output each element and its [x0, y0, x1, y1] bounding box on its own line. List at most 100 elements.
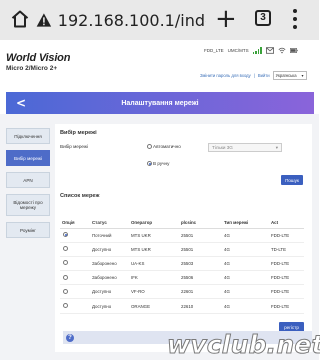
- operator-name: UMC/MTS: [227, 48, 249, 53]
- row-act: FDD-LTE: [269, 256, 304, 272]
- row-plmn: 25506: [179, 270, 222, 286]
- sidebar: Підключення Вибір мережі APN Відомості п…: [6, 128, 50, 244]
- sidebar-item-network-select[interactable]: Вибір мережі: [6, 150, 50, 166]
- new-tab-icon[interactable]: +: [215, 5, 237, 33]
- radio-auto[interactable]: Автоматично: [147, 144, 181, 149]
- browser-toolbar: 192.168.100.1/index.ht + 3: [0, 0, 319, 40]
- row-type: 4G: [222, 284, 269, 300]
- address-bar[interactable]: 192.168.100.1/index.ht: [36, 5, 206, 35]
- brand: World Vision Micro 2/Micro 2+: [6, 52, 70, 72]
- chevron-down-icon: ▾: [301, 73, 304, 78]
- content-area: Підключення Вибір мережі APN Відомості п…: [0, 114, 319, 360]
- radio-manual-dot[interactable]: [147, 161, 152, 166]
- page-title: Налаштування мережі: [121, 99, 199, 107]
- row-radio[interactable]: [63, 288, 68, 294]
- radio-manual[interactable]: В ручну: [147, 161, 169, 166]
- row-status: Доступно: [90, 298, 129, 314]
- change-password-link[interactable]: Змінити пароль для входу: [200, 73, 251, 78]
- warning-icon[interactable]: [36, 11, 52, 29]
- url-text: 192.168.100.1/index.ht: [57, 10, 206, 30]
- brand-logo: World Vision: [6, 52, 71, 64]
- row-operator: UA-KS: [129, 256, 179, 272]
- row-operator: IFK: [129, 270, 179, 286]
- row-operator: MTS UKR: [129, 242, 179, 257]
- row-status: Доступно: [90, 242, 129, 257]
- logout-link[interactable]: Вийти: [258, 73, 270, 78]
- row-plmn: 22610: [179, 298, 222, 314]
- row-type: 4G: [222, 228, 269, 243]
- router-header: World Vision Micro 2/Micro 2+ FDD_LTE UM…: [0, 40, 319, 88]
- watermark: wvclub.net: [167, 330, 320, 360]
- table-row[interactable]: Доступно ORANGE 22610 4G FDD-LTE: [60, 298, 304, 314]
- column-plmn: plcsinc: [179, 217, 222, 229]
- table-row[interactable]: Доступно MTS UKR 25501 4G TD-LTE: [60, 242, 304, 257]
- row-status: Доступно: [90, 284, 129, 300]
- language-select[interactable]: Українська ▾: [272, 71, 307, 80]
- row-status: Поточний: [90, 228, 129, 243]
- table-header: Опція Статус Оператор plcsinc Тип мережі…: [60, 217, 304, 229]
- network-mode-select[interactable]: Тільки 3G ▾: [208, 143, 282, 152]
- overflow-menu-icon[interactable]: [293, 9, 297, 29]
- help-icon[interactable]: ?: [66, 334, 74, 342]
- table-row[interactable]: Поточний MTS UKR 25501 4G FDD-LTE: [60, 228, 304, 243]
- row-act: TD-LTE: [269, 242, 304, 257]
- row-type: 4G: [222, 270, 269, 286]
- row-act: FDD-LTE: [269, 284, 304, 300]
- tabs-icon[interactable]: 3: [255, 10, 271, 26]
- row-plmn: 25501: [179, 228, 222, 243]
- home-icon[interactable]: [10, 9, 30, 29]
- device-model: Micro 2/Micro 2+: [6, 65, 58, 72]
- row-plmn: 25503: [179, 256, 222, 272]
- signal-icon: [252, 47, 262, 54]
- header-links: Змінити пароль для входу | Вийти Українс…: [200, 71, 307, 80]
- row-operator: ORANGE: [129, 298, 179, 314]
- network-mode-value: Тільки 3G: [212, 145, 233, 150]
- row-status: Заборонено: [90, 256, 129, 272]
- network-select-title: Вибір мережі: [60, 130, 97, 136]
- column-operator: Оператор: [129, 217, 179, 229]
- wifi-icon: [278, 47, 286, 54]
- back-icon[interactable]: <: [16, 96, 26, 110]
- network-type: FDD_LTE: [204, 48, 224, 53]
- battery-icon: [289, 48, 298, 53]
- row-radio[interactable]: [63, 260, 68, 266]
- network-select-label: Вибір мережі: [60, 144, 88, 149]
- row-radio[interactable]: [63, 232, 68, 238]
- radio-manual-label: В ручну: [153, 161, 170, 166]
- language-value: Українська: [275, 73, 297, 78]
- row-act: FDD-LTE: [269, 298, 304, 314]
- row-act: FDD-LTE: [269, 270, 304, 286]
- column-option: Опція: [60, 217, 90, 229]
- row-status: Заборонено: [90, 270, 129, 286]
- row-operator: VF-RO: [129, 284, 179, 300]
- radio-auto-label: Автоматично: [153, 144, 181, 149]
- network-table: Опція Статус Оператор plcsinc Тип мережі…: [60, 217, 304, 314]
- row-radio[interactable]: [63, 303, 68, 309]
- search-button[interactable]: Пошук: [281, 175, 303, 185]
- network-list-title: Список мереж: [60, 193, 100, 199]
- radio-auto-dot[interactable]: [147, 144, 152, 149]
- table-row[interactable]: Заборонено UA-KS 25503 4G FDD-LTE: [60, 256, 304, 272]
- row-plmn: 25501: [179, 242, 222, 257]
- status-bar: FDD_LTE UMC/MTS: [204, 47, 298, 54]
- table-row[interactable]: Доступно VF-RO 22601 4G FDD-LTE: [60, 284, 304, 300]
- row-type: 4G: [222, 298, 269, 314]
- row-radio[interactable]: [63, 246, 68, 252]
- row-type: 4G: [222, 256, 269, 272]
- chevron-down-icon: ▾: [275, 144, 278, 150]
- column-status: Статус: [90, 217, 129, 229]
- sidebar-item-apn[interactable]: APN: [6, 172, 50, 188]
- row-plmn: 22601: [179, 284, 222, 300]
- main-panel: Вибір мережі Вибір мережі Автоматично В …: [55, 124, 312, 352]
- sidebar-item-connection[interactable]: Підключення: [6, 128, 50, 144]
- page-title-bar: < Налаштування мережі: [6, 92, 314, 114]
- row-operator: MTS UKR: [129, 228, 179, 243]
- row-radio[interactable]: [63, 274, 68, 280]
- sidebar-item-roaming[interactable]: Роумінг: [6, 222, 50, 238]
- column-act: Act: [269, 217, 304, 229]
- sms-icon[interactable]: [265, 47, 274, 54]
- table-row[interactable]: Заборонено IFK 25506 4G FDD-LTE: [60, 270, 304, 286]
- row-act: FDD-LTE: [269, 228, 304, 243]
- column-type: Тип мережі: [222, 217, 269, 229]
- sidebar-item-network-info[interactable]: Відомості про мережу: [6, 194, 50, 216]
